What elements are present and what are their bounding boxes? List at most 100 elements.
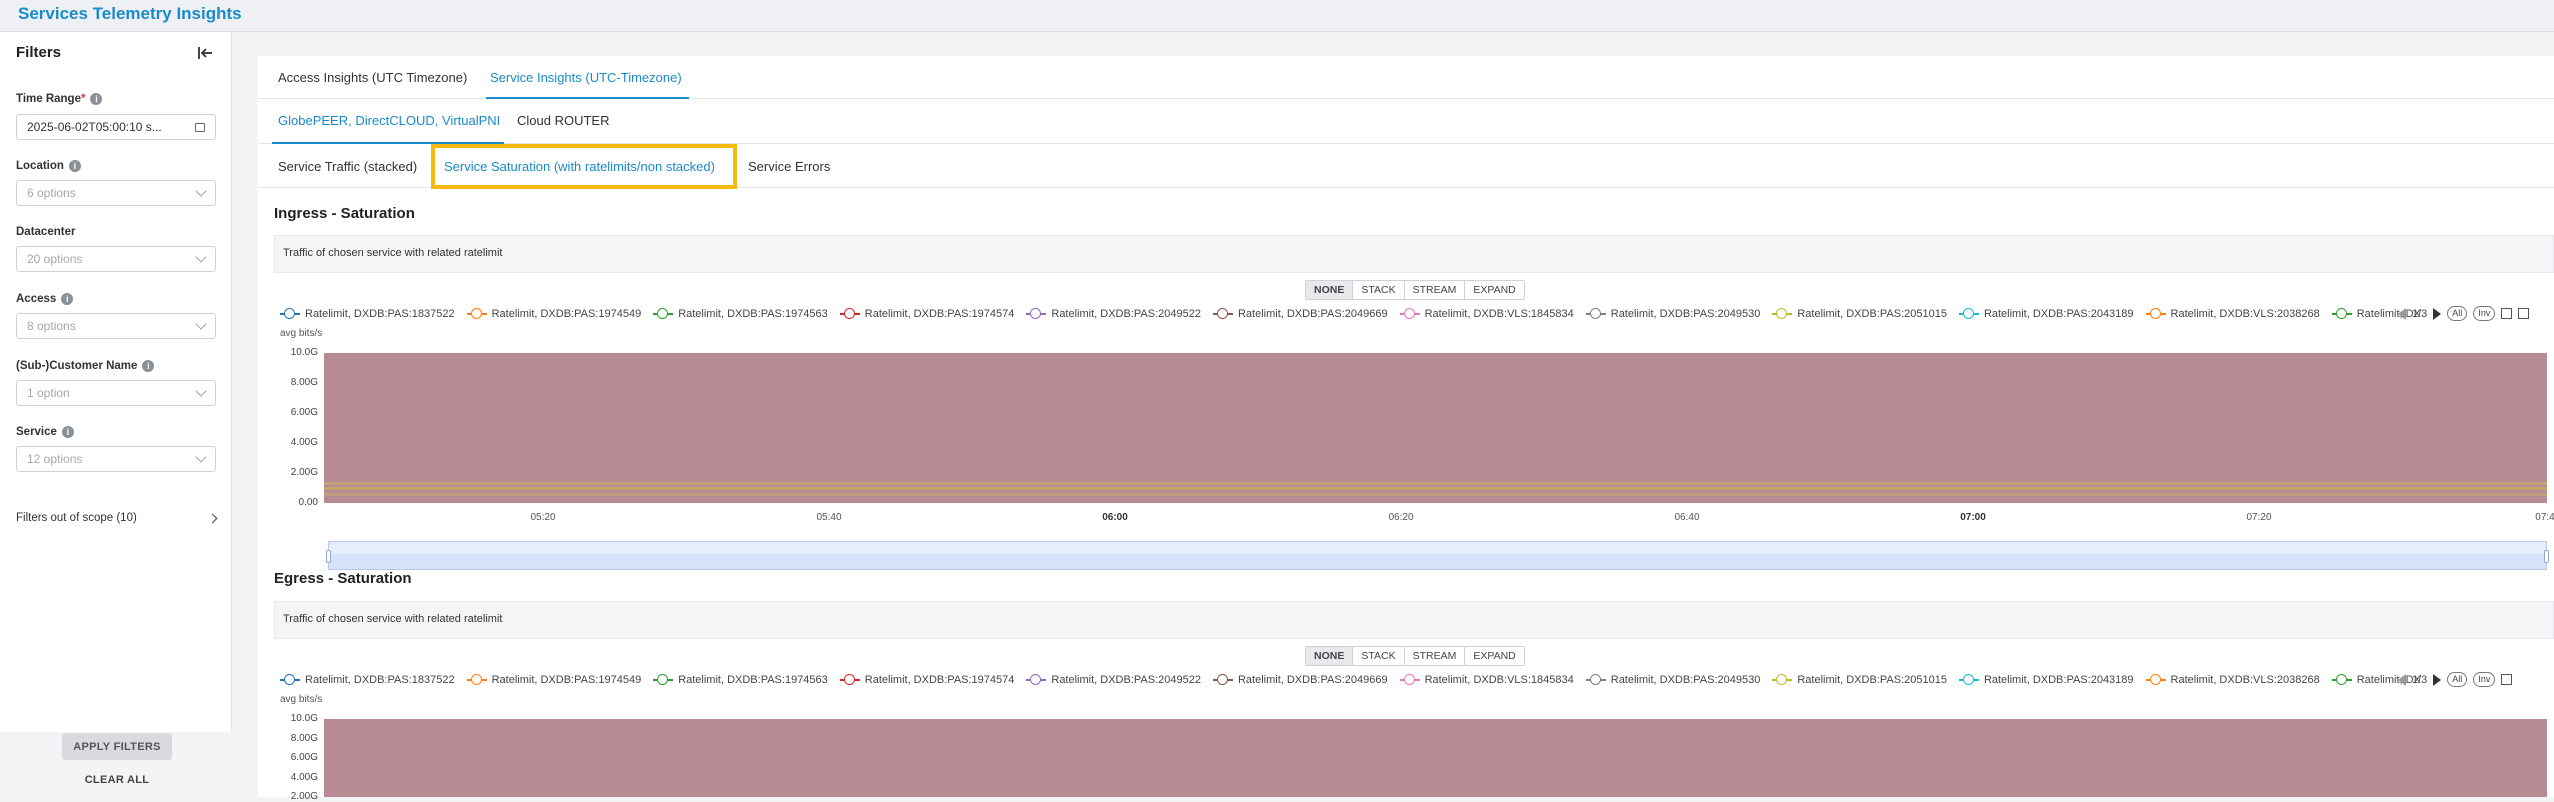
legend-item-label: Ratelimit, DXDB:PAS:2049669 [1237, 308, 1388, 320]
egress-area-chart [324, 719, 2547, 797]
ingress-legend: Ratelimit, DXDB:PAS:1837522 Ratelimit, DX… [280, 306, 2554, 322]
info-icon[interactable]: i [61, 426, 74, 438]
y-tick-label: 6.00G [290, 752, 318, 763]
mode-expand-button[interactable]: EXPAND [1465, 281, 1524, 299]
location-label: Location i [16, 160, 81, 172]
legend-marker-icon [2331, 308, 2352, 320]
legend-marker-icon [1212, 674, 1233, 686]
legend-item-label: Ratelimit, DXDB:PAS:1837522 [305, 308, 455, 320]
access-select[interactable]: 8 options [16, 313, 216, 339]
mode-stack-button[interactable]: STACK [1353, 281, 1405, 299]
app-header: Services Telemetry Insights [0, 0, 2554, 32]
tab-globepeer[interactable]: GlobePEER, DirectCLOUD, VirtualPNI [278, 113, 500, 128]
legend-item-label: Ratelimit, DXDB:PAS:2049522 [1051, 308, 1201, 320]
y-tick-label: 10.0G [290, 347, 318, 358]
service-select[interactable]: 12 options [16, 446, 216, 472]
time-range-navigator[interactable] [326, 541, 2549, 570]
y-tick-label: 8.00G [290, 732, 318, 744]
legend-item[interactable]: Ratelimit, DXDB:PAS:2049530 [1585, 308, 1761, 320]
legend-marker-icon [1772, 674, 1793, 686]
zoom-region-icon[interactable] [2501, 308, 2513, 319]
legend-item[interactable]: Ratelimit, DXDB:PAS:2043189 [1958, 308, 2134, 320]
legend-all-button[interactable]: All [2447, 306, 2468, 321]
ingress-description: Traffic of chosen service with related r… [274, 235, 2554, 273]
legend-item[interactable]: Ratelimit, DXDB:VLS:2038268 [2145, 674, 2320, 686]
legend-item[interactable]: Ratelimit, DXDB:PAS:1837522 [280, 308, 455, 320]
legend-item-label: Ratelimit, DXDB:PAS:2049530 [1610, 308, 1761, 320]
legend-page-indicator: 1/3 [2412, 307, 2428, 320]
legend-item[interactable]: Ratelimit, DXDB:VLS:1845834 [1399, 308, 1574, 320]
legend-invert-button[interactable]: Inv [2473, 672, 2496, 687]
legend-item[interactable]: Ratelimit, DXDB:PAS:1974574 [839, 308, 1014, 320]
apply-filters-button[interactable]: APPLY FILTERS [62, 733, 172, 760]
next-page-icon[interactable] [2433, 673, 2442, 686]
legend-marker-icon [466, 308, 487, 320]
legend-item[interactable]: Ratelimit, DXDB:PAS:2049669 [1212, 308, 1388, 320]
customer-name-select[interactable]: 1 option [16, 380, 216, 406]
legend-item-label: Ratelimit, DXDB:PAS:2051015 [1797, 308, 1947, 320]
filters-out-of-scope[interactable]: Filters out of scope (10) [16, 512, 218, 524]
collapse-sidebar-icon[interactable] [196, 44, 214, 62]
secondary-tabs: GlobePEER, DirectCLOUD, VirtualPNI Cloud… [258, 99, 2554, 144]
mode-expand-button[interactable]: EXPAND [1465, 647, 1524, 665]
mode-stream-button[interactable]: STREAM [1404, 647, 1466, 665]
info-icon[interactable]: i [61, 293, 74, 305]
legend-item[interactable]: Ratelimit, DXDB:PAS:1974574 [839, 674, 1014, 686]
time-range-input[interactable]: 2025-06-02T05:00:10 s... [16, 114, 216, 140]
legend-marker-icon [1585, 308, 1606, 320]
y-tick-label: 0.00 [298, 497, 318, 508]
next-page-icon[interactable] [2433, 307, 2442, 320]
location-select[interactable]: 6 options [16, 180, 216, 206]
legend-invert-button[interactable]: Inv [2473, 306, 2496, 321]
legend-item[interactable]: Ratelimit, DXDB:PAS:2049530 [1585, 674, 1760, 686]
legend-item[interactable]: Ratelimit, DXDB:PAS:1974563 [653, 308, 828, 320]
legend-marker-icon [280, 674, 300, 686]
navigator-handle-left[interactable] [326, 550, 331, 563]
legend-item[interactable]: Ratelimit, DXDB:VLS:2038268 [2145, 308, 2320, 320]
navigator-handle-right[interactable] [2544, 550, 2549, 563]
legend-item[interactable]: Ratelimit, DXDB:PAS:2043189 [1958, 674, 2134, 686]
mode-none-button[interactable]: NONE [1306, 647, 1354, 665]
y-tick-label: 4.00G [290, 437, 318, 448]
legend-marker-icon [466, 674, 487, 686]
legend-item-label: Ratelimit, DXDB:VLS:2038268 [2170, 308, 2320, 320]
legend-item[interactable]: Ratelimit, DXDB:VLS:1845834 [1399, 674, 1574, 686]
tab-cloud-router[interactable]: Cloud ROUTER [517, 113, 609, 128]
previous-page-icon[interactable] [2398, 673, 2406, 686]
legend-item[interactable]: Ratelimit, DXDB:PAS:1974563 [653, 674, 828, 686]
legend-item-label: Ratelimit, DXDB:PAS:2051015 [1797, 674, 1947, 686]
tab-access-insights[interactable]: Access Insights (UTC Timezone) [278, 70, 467, 85]
y-tick-label: 8.00G [290, 377, 318, 388]
legend-item[interactable]: Ratelimit, DXDB:PAS:2049522 [1026, 308, 1201, 320]
egress-unit-label: avg bits/s [280, 694, 323, 705]
legend-item[interactable]: Ratelimit, DXDB:PAS:1974549 [466, 674, 642, 686]
legend-marker-icon [1958, 308, 1979, 320]
mode-none-button[interactable]: NONE [1306, 281, 1354, 299]
tab-service-errors[interactable]: Service Errors [748, 159, 830, 174]
mode-stream-button[interactable]: STREAM [1404, 281, 1466, 299]
legend-item[interactable]: Ratelimit, DXDB:PAS:2051015 [1772, 674, 1947, 686]
legend-item-label: Ratelimit, DXDB:PAS:1974549 [491, 674, 642, 686]
info-icon[interactable]: i [90, 93, 103, 105]
legend-item[interactable]: Ratelimit, DXDB:PAS:2049522 [1026, 674, 1201, 686]
zoom-region-icon[interactable] [2501, 674, 2513, 685]
datacenter-select[interactable]: 20 options [16, 246, 216, 272]
clear-all-button[interactable]: CLEAR ALL [62, 774, 172, 786]
previous-page-icon[interactable] [2398, 307, 2406, 320]
info-icon[interactable]: i [142, 360, 155, 372]
reset-zoom-icon[interactable] [2518, 308, 2530, 319]
legend-item[interactable]: Ratelimit, DXDB:PAS:1974549 [466, 308, 641, 320]
info-icon[interactable]: i [68, 160, 81, 172]
legend-item-label: Ratelimit, DXDB:PAS:1974563 [678, 308, 828, 320]
mode-stack-button[interactable]: STACK [1353, 647, 1405, 665]
legend-item[interactable]: Ratelimit, DXDB:PAS:2049669 [1212, 674, 1388, 686]
tab-service-traffic[interactable]: Service Traffic (stacked) [278, 159, 417, 174]
ingress-title: Ingress - Saturation [274, 205, 415, 222]
legend-item[interactable]: Ratelimit, DXDB:PAS:2051015 [1772, 308, 1947, 320]
series-band [324, 486, 2547, 490]
legend-marker-icon [653, 674, 674, 686]
legend-item-label: Ratelimit, DXDB:PAS:2049522 [1051, 674, 1201, 686]
tab-service-insights[interactable]: Service Insights (UTC-Timezone) [490, 70, 682, 85]
legend-item[interactable]: Ratelimit, DXDB:PAS:1837522 [280, 674, 455, 686]
legend-all-button[interactable]: All [2447, 672, 2468, 687]
